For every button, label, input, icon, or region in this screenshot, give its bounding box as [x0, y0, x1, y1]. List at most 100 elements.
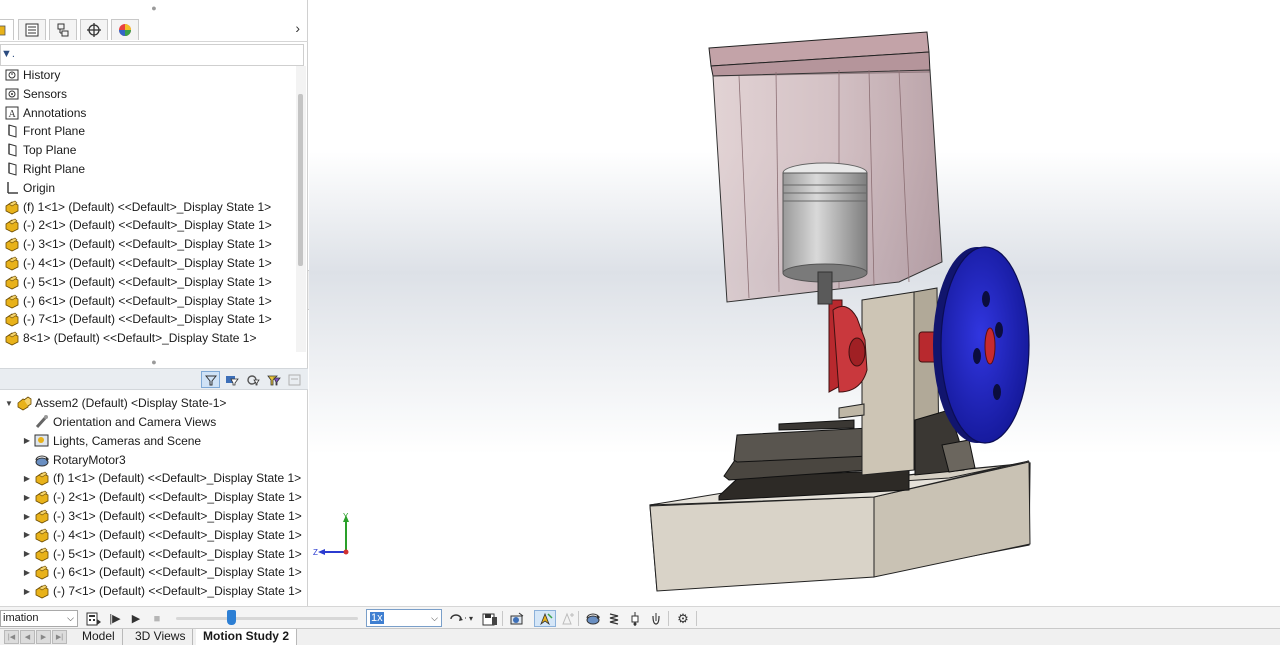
motion-study-properties-button[interactable]: ⚙: [674, 610, 692, 627]
last-tab-button[interactable]: ▶|: [52, 630, 67, 644]
chevron-right-icon[interactable]: ›: [295, 20, 300, 36]
tab-model[interactable]: Model: [75, 629, 123, 645]
motion-tree-item[interactable]: ▶ (-) 5<1> (Default) <<Default>_Display S…: [20, 545, 302, 563]
assembly-model[interactable]: [309, 0, 1280, 606]
feature-tree-item[interactable]: (-) 3<1> (Default) <<Default>_Display St…: [4, 235, 272, 253]
sensors-icon: [4, 86, 20, 102]
motion-tree-item[interactable]: ▶ (-) 6<1> (Default) <<Default>_Display S…: [20, 563, 302, 581]
motion-tree-item[interactable]: ▶ (-) 7<1> (Default) <<Default>_Display S…: [20, 582, 302, 600]
playback-mode-button[interactable]: [448, 610, 466, 627]
playback-speed-select[interactable]: 1x ⌵: [366, 609, 442, 627]
motion-tree-root-label: Assem2 (Default) <Display State-1>: [35, 396, 227, 410]
damper-button[interactable]: [626, 610, 644, 627]
animation-wizard-icon: [510, 612, 524, 624]
feature-tree-item[interactable]: Right Plane: [4, 160, 85, 178]
calculate-button[interactable]: [85, 610, 103, 627]
feature-tree-item[interactable]: (f) 1<1> (Default) <<Default>_Display St…: [4, 198, 271, 216]
chevron-down-icon: ⌵: [67, 613, 74, 623]
save-animation-button[interactable]: [481, 610, 499, 627]
chevron-right-icon[interactable]: ▶: [20, 568, 34, 577]
featuremanager-tab[interactable]: [0, 19, 14, 40]
manager-tabs: ›: [0, 17, 308, 42]
part-icon: [34, 527, 50, 543]
feature-tree-item[interactable]: A Annotations: [4, 104, 86, 122]
feature-tree-item[interactable]: (-) 4<1> (Default) <<Default>_Display St…: [4, 254, 272, 272]
displaymanager-tab[interactable]: [111, 19, 139, 40]
motion-tree-item-label: Lights, Cameras and Scene: [53, 433, 202, 448]
panel-grip[interactable]: ●: [0, 1, 308, 15]
configurationmanager-tab[interactable]: [49, 19, 77, 40]
splitter-grip[interactable]: ●: [0, 355, 308, 369]
view-triad: Y Z: [313, 512, 349, 557]
motor-button[interactable]: [584, 610, 602, 627]
tab-motion-study-2[interactable]: Motion Study 2: [196, 629, 297, 645]
dimxpert-tab[interactable]: [80, 19, 108, 40]
motion-tree-item[interactable]: ▶ Lights, Cameras and Scene: [20, 432, 201, 450]
timeline-slider-thumb[interactable]: [226, 610, 236, 625]
feature-tree-item-label: Origin: [23, 180, 56, 195]
stop-button[interactable]: ■: [148, 610, 166, 627]
feature-tree-item[interactable]: Sensors: [4, 85, 67, 103]
feature-tree-item[interactable]: Top Plane: [4, 141, 76, 159]
first-tab-button[interactable]: |◀: [4, 630, 19, 644]
feature-tree-item[interactable]: Origin: [4, 179, 55, 197]
feature-tree-item-label: (f) 1<1> (Default) <<Default>_Display St…: [23, 199, 272, 214]
tree-filter-input[interactable]: ▼.: [0, 44, 304, 66]
play-button[interactable]: ▶: [127, 610, 145, 627]
chevron-right-icon[interactable]: ▶: [20, 436, 34, 445]
svg-text:A: A: [9, 109, 17, 120]
chevron-right-icon[interactable]: ▶: [20, 512, 34, 521]
motion-tree-toolbar: [0, 368, 308, 390]
filter-animation-button[interactable]: [201, 371, 220, 388]
feature-tree-item[interactable]: (-) 2<1> (Default) <<Default>_Display St…: [4, 216, 272, 234]
motion-tree-root[interactable]: ▼ Assem2 (Default) <Display State-1>: [2, 394, 226, 412]
feature-tree-item[interactable]: (-) 6<1> (Default) <<Default>_Display St…: [4, 292, 272, 310]
filter-disabled-button[interactable]: [285, 371, 304, 388]
study-type-select[interactable]: imation ⌵: [0, 610, 78, 627]
next-tab-button[interactable]: ▶: [36, 630, 51, 644]
chevron-right-icon[interactable]: ▶: [20, 587, 34, 596]
previous-tab-icon: ◀: [24, 634, 31, 641]
graphics-viewport[interactable]: Y Z: [309, 0, 1280, 606]
filter-selected-button[interactable]: [243, 371, 262, 388]
tab-3d-views[interactable]: 3D Views: [128, 629, 194, 645]
propertymanager-tab[interactable]: [18, 19, 46, 40]
chevron-down-icon[interactable]: ▼: [2, 399, 16, 408]
timeline-slider[interactable]: [176, 617, 358, 620]
feature-tree-scrollbar[interactable]: [296, 66, 306, 352]
motion-tree-item[interactable]: ▶ (-) 4<1> (Default) <<Default>_Display S…: [20, 526, 302, 544]
feature-tree-item-label: (-) 5<1> (Default) <<Default>_Display St…: [23, 274, 272, 289]
previous-tab-button[interactable]: ◀: [20, 630, 35, 644]
play-from-start-button[interactable]: |▶: [106, 610, 124, 627]
spring-button[interactable]: [605, 610, 623, 627]
playback-mode-dropdown[interactable]: ▾: [466, 610, 476, 627]
animation-wizard-button[interactable]: [508, 610, 526, 627]
motion-tree-item[interactable]: RotaryMotor3: [20, 451, 126, 469]
chevron-right-icon[interactable]: ▶: [20, 549, 34, 558]
chevron-right-icon[interactable]: ▶: [20, 530, 34, 539]
motion-tree-item[interactable]: Orientation and Camera Views: [20, 413, 216, 431]
feature-tree-item[interactable]: (-) 7<1> (Default) <<Default>_Display St…: [4, 310, 272, 328]
filter-results-icon: [266, 375, 281, 385]
motion-tree-item-label: (-) 2<1> (Default) <<Default>_Display St…: [53, 490, 302, 505]
feature-tree-item[interactable]: History: [4, 66, 60, 84]
feature-tree: History Sensors A Annotations Front Plane Top…: [0, 66, 296, 352]
feature-tree-item[interactable]: 8<1> (Default) <<Default>_Display State …: [4, 329, 256, 347]
force-button[interactable]: [647, 610, 665, 627]
autokey-button[interactable]: [534, 610, 556, 627]
feature-tree-item[interactable]: (-) 5<1> (Default) <<Default>_Display St…: [4, 273, 272, 291]
motion-tree-item[interactable]: ▶ (f) 1<1> (Default) <<Default>_Display S…: [20, 469, 301, 487]
motion-tree-item[interactable]: ▶ (-) 2<1> (Default) <<Default>_Display S…: [20, 488, 302, 506]
crosshair-icon: [87, 23, 101, 37]
chevron-right-icon[interactable]: ▶: [20, 474, 34, 483]
flywheel[interactable]: [933, 246, 1030, 444]
motion-tree-item[interactable]: ▶ (-) 3<1> (Default) <<Default>_Display S…: [20, 507, 302, 525]
assembly-icon: [0, 25, 6, 36]
part-icon: [34, 583, 50, 599]
filter-results-button[interactable]: [264, 371, 283, 388]
scrollbar-thumb[interactable]: [298, 94, 303, 266]
feature-tree-item[interactable]: Front Plane: [4, 122, 85, 140]
add-update-key-button[interactable]: [558, 610, 576, 627]
filter-driving-button[interactable]: [222, 371, 241, 388]
chevron-right-icon[interactable]: ▶: [20, 493, 34, 502]
